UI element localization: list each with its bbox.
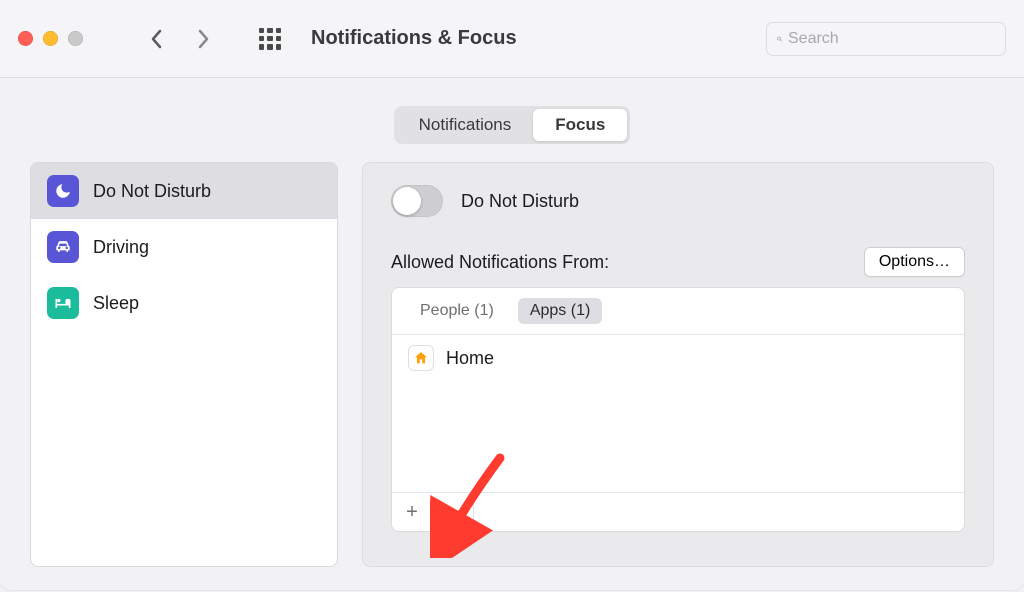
filter-chips: People (1) Apps (1) [392,288,964,335]
allowed-apps-list: Home [392,335,964,492]
home-app-icon [408,345,434,371]
filter-apps[interactable]: Apps (1) [518,298,602,324]
search-icon [777,31,782,47]
tab-focus[interactable]: Focus [533,109,627,141]
segmented-control: Notifications Focus [394,106,631,144]
close-window-button[interactable] [18,31,33,46]
toolbar: Notifications & Focus [0,0,1024,78]
allowed-list-panel: People (1) Apps (1) Home + − [391,287,965,532]
toggle-label: Do Not Disturb [461,191,579,212]
list-item[interactable]: Home [392,335,964,381]
sidebar-item-label: Sleep [93,293,139,314]
allowed-heading: Allowed Notifications From: [391,252,609,273]
sidebar-item-do-not-disturb[interactable]: Do Not Disturb [31,163,337,219]
app-name: Home [446,348,494,369]
tabs-container: Notifications Focus [0,78,1024,150]
sidebar-item-label: Do Not Disturb [93,181,211,202]
focus-detail-panel: Do Not Disturb Allowed Notifications Fro… [362,162,994,567]
remove-button[interactable]: − [433,497,473,527]
show-all-preferences-button[interactable] [259,28,281,50]
sidebar-item-label: Driving [93,237,149,258]
search-input[interactable] [788,30,995,48]
filter-people[interactable]: People (1) [408,298,506,324]
search-field[interactable] [766,22,1006,56]
chevron-left-icon [150,29,164,49]
page-title: Notifications & Focus [311,27,517,50]
moon-icon [47,175,79,207]
options-button[interactable]: Options… [864,247,965,277]
chevron-right-icon [196,29,210,49]
bed-icon [47,287,79,319]
forward-button[interactable] [189,25,217,53]
sidebar-item-driving[interactable]: Driving [31,219,337,275]
do-not-disturb-toggle[interactable] [391,185,443,217]
zoom-window-button[interactable] [68,31,83,46]
list-footer: + − [392,492,964,531]
window-controls [18,31,83,46]
sidebar-item-sleep[interactable]: Sleep [31,275,337,331]
back-button[interactable] [143,25,171,53]
add-button[interactable]: + [392,497,432,527]
minimize-window-button[interactable] [43,31,58,46]
car-icon [47,231,79,263]
focus-modes-sidebar: Do Not Disturb Driving Sleep [30,162,338,567]
system-preferences-window: Notifications & Focus Notifications Focu… [0,0,1024,590]
tab-notifications[interactable]: Notifications [397,109,534,141]
